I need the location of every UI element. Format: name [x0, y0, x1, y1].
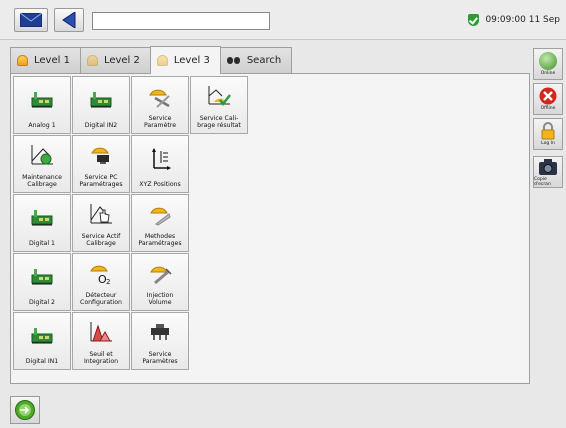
- service-pc-icon: [73, 136, 129, 174]
- tile-analog-1[interactable]: Analog 1: [13, 76, 71, 134]
- tab-label: Level 3: [173, 55, 210, 66]
- tile-label: Injection Volume: [146, 292, 174, 306]
- calibration-maintenance-icon: [14, 136, 70, 174]
- person-icon: [17, 55, 28, 66]
- tile-label: Digital IN2: [84, 122, 118, 129]
- tile-d-tecteur-configuration[interactable]: O 2 Détecteur Configuration: [72, 253, 130, 311]
- envelope-icon: [20, 13, 42, 27]
- tile-service-param-tre[interactable]: Service Paramètre: [131, 76, 189, 134]
- circuit-board-icon: [14, 195, 70, 240]
- tab-level-2[interactable]: Level 2: [79, 47, 151, 73]
- detector-o2-icon: O2: [73, 254, 129, 292]
- circuit-board-icon: [14, 313, 70, 358]
- online-icon: [539, 52, 557, 70]
- circuit-board-icon: [73, 77, 129, 122]
- person-icon: [86, 55, 98, 66]
- top-toolbar: 09:09:00 11 Sep: [0, 0, 566, 40]
- offline-button[interactable]: Offline: [533, 83, 563, 115]
- service-tools-icon: [132, 77, 188, 115]
- circuit-board-icon: [14, 254, 70, 299]
- tile-label: Digital 1: [29, 240, 55, 247]
- methods-icon: [132, 195, 188, 233]
- screenshot-button[interactable]: Copie d'ecran: [533, 156, 563, 188]
- svg-text:2: 2: [106, 278, 110, 285]
- circuit-board-icon: [14, 77, 70, 122]
- padlock-icon: [541, 122, 555, 140]
- injection-icon: [132, 254, 188, 292]
- tile-label: Analog 1: [28, 122, 56, 129]
- login-label: Log In: [541, 141, 555, 146]
- tile-maintenance-calibrage[interactable]: Maintenance Calibrage: [13, 135, 71, 193]
- tab-search[interactable]: Search: [219, 47, 293, 73]
- tile-label: Digital IN1: [25, 358, 59, 365]
- function-grid: Analog 1 Digital IN2 Service Paramètre Serv…: [13, 76, 248, 370]
- tile-label: XYZ Positions: [139, 181, 181, 188]
- clock: 09:09:00 11 Sep: [485, 15, 560, 25]
- binoculars-icon: [226, 56, 241, 65]
- online-label: Online: [540, 71, 556, 76]
- tab-label: Level 1: [34, 55, 70, 66]
- tile-label: Digital 2: [29, 299, 55, 306]
- tab-label: Level 2: [103, 55, 140, 66]
- tile-xyz-positions[interactable]: XYZ Positions: [131, 135, 189, 193]
- tile-seuil-et-integration[interactable]: Seuil et Integration: [72, 312, 130, 370]
- login-button[interactable]: Log In: [533, 118, 563, 150]
- level-tabs: Level 1 Level 2 Level 3 Search: [10, 46, 293, 74]
- xyz-axes-icon: [132, 136, 188, 181]
- tile-service-param-tres[interactable]: Service Paramètres: [131, 312, 189, 370]
- screenshot-label: Copie d'ecran: [534, 176, 551, 187]
- person-icon: [156, 55, 168, 66]
- tile-service-actif-calibrage[interactable]: Service Actif Calibrage: [72, 194, 130, 252]
- start-button[interactable]: [10, 396, 40, 424]
- tile-digital-1[interactable]: Digital 1: [13, 194, 71, 252]
- tile-label: Seuil et Integration: [83, 351, 119, 365]
- tab-level-3[interactable]: Level 3: [149, 46, 221, 74]
- back-arrow-icon: [62, 12, 76, 28]
- function-panel: Analog 1 Digital IN2 Service Paramètre Serv…: [10, 73, 530, 384]
- tile-label: Détecteur Configuration: [80, 292, 122, 306]
- tab-level-1[interactable]: Level 1: [10, 47, 81, 73]
- status-area: 09:09:00 11 Sep: [468, 14, 560, 26]
- tile-label: Service Actif Calibrage: [81, 233, 121, 247]
- green-start-icon: [15, 400, 35, 420]
- tile-digital-in1[interactable]: Digital IN1: [13, 312, 71, 370]
- online-button[interactable]: Online: [533, 48, 563, 80]
- back-button[interactable]: [54, 8, 84, 32]
- calibration-check-icon: [191, 77, 247, 115]
- tile-digital-2[interactable]: Digital 2: [13, 253, 71, 311]
- integration-chart-icon: [73, 313, 129, 351]
- offline-label: Offline: [540, 106, 556, 111]
- offline-x-icon: [539, 87, 557, 105]
- tile-label: Service Cali- brage résultat: [197, 115, 241, 129]
- shield-check-icon: [468, 14, 480, 26]
- tile-label: Methodes Paramétrages: [138, 233, 182, 247]
- tile-label: Service Paramètre: [143, 115, 177, 129]
- service-params-icon: [132, 313, 188, 351]
- mail-button[interactable]: [14, 8, 48, 32]
- tab-label: Search: [246, 55, 282, 66]
- tile-label: Maintenance Calibrage: [22, 174, 62, 188]
- tile-methodes-param-trages[interactable]: Methodes Paramétrages: [131, 194, 189, 252]
- address-input[interactable]: [92, 12, 270, 30]
- calibration-hand-icon: [73, 195, 129, 233]
- tile-service-pc-param-trages[interactable]: Service PC Paramétrages: [72, 135, 130, 193]
- tile-label: Service Paramètres: [142, 351, 178, 365]
- tile-label: Service PC Paramétrages: [79, 174, 123, 188]
- tile-injection-volume[interactable]: Injection Volume: [131, 253, 189, 311]
- tile-digital-in2[interactable]: Digital IN2: [72, 76, 130, 134]
- camera-icon: [539, 158, 557, 175]
- tile-service-cali-brage-r-sultat[interactable]: Service Cali- brage résultat: [190, 76, 248, 134]
